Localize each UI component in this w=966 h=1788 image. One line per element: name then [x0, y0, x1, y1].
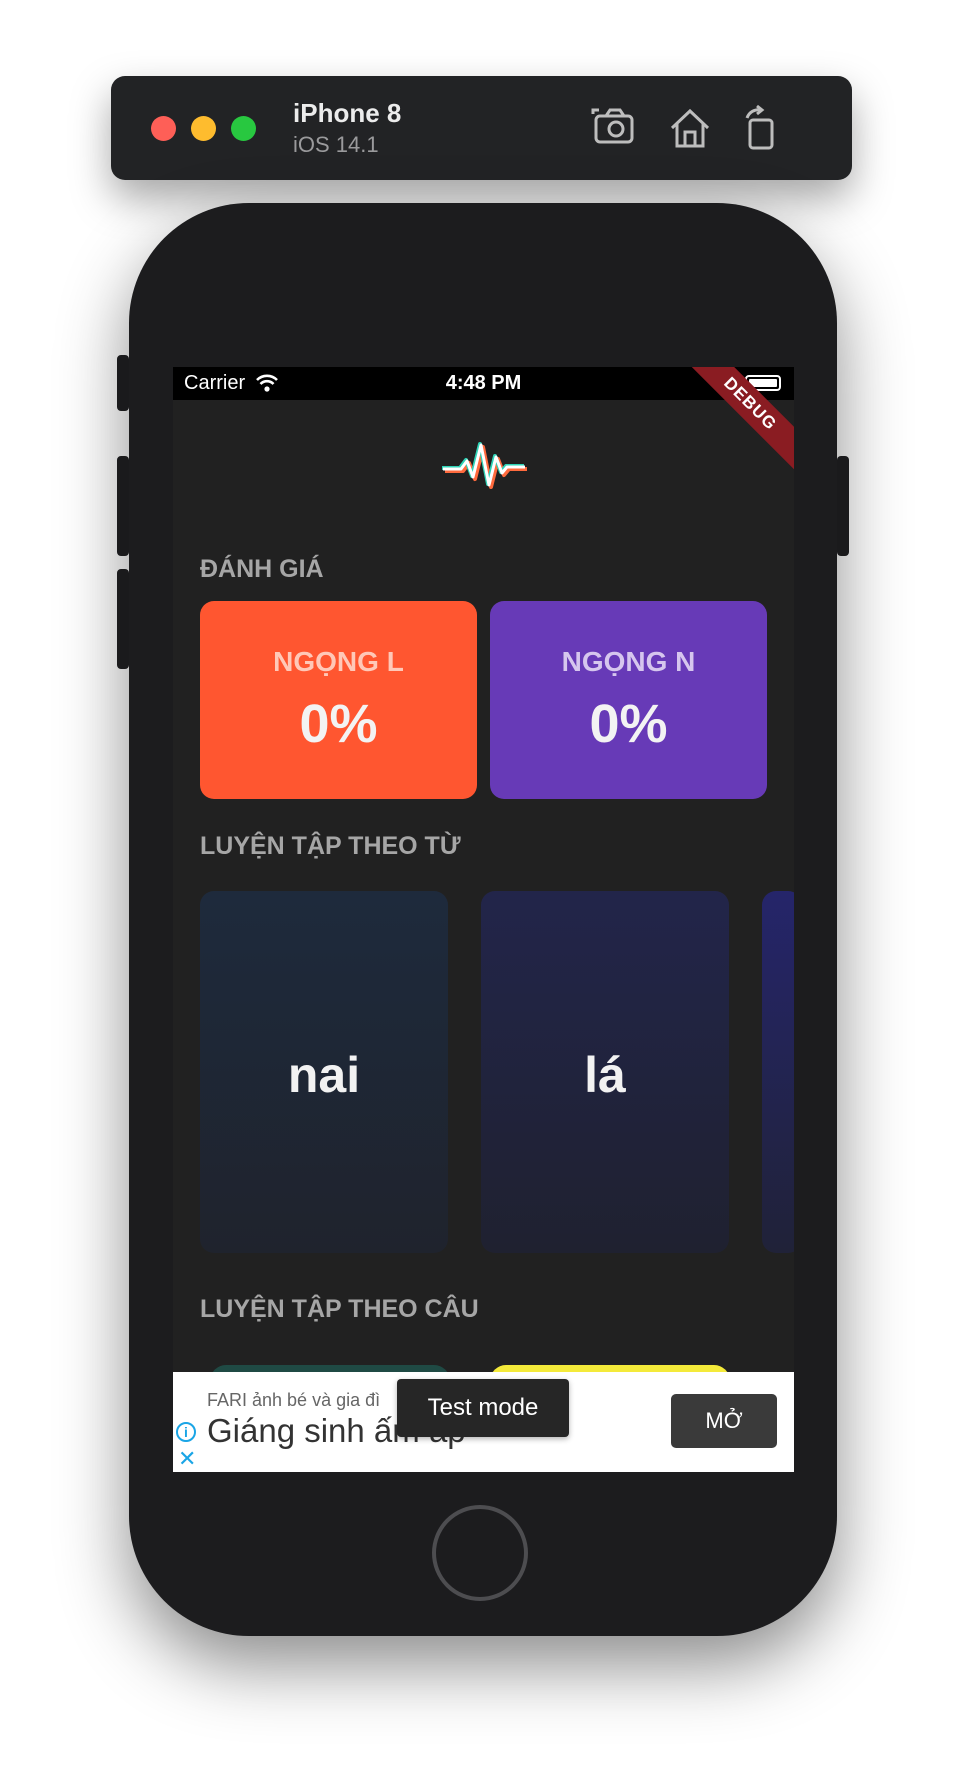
ad-close-icon[interactable]: ✕ — [178, 1446, 196, 1472]
evaluation-card-percent: 0% — [299, 694, 378, 754]
section-title-evaluation: ĐÁNH GIÁ — [200, 555, 324, 583]
word-card-text: nai — [287, 1047, 361, 1103]
word-card[interactable]: lá — [481, 891, 729, 1253]
volume-down-button — [117, 569, 129, 669]
mute-switch — [117, 355, 129, 411]
app-screen: Carrier 4:48 PM DEBUG ĐÁNH GIÁ NGỌNG L 0… — [173, 367, 794, 1472]
zoom-window-button[interactable] — [231, 116, 256, 141]
section-title-sentence-practice: LUYỆN TẬP THEO CÂU — [200, 1295, 479, 1323]
close-window-button[interactable] — [151, 116, 176, 141]
section-title-word-practice: LUYỆN TẬP THEO TỪ — [200, 832, 461, 860]
evaluation-card-label: NGỌNG L — [273, 646, 404, 677]
device-name: iPhone 8 — [293, 98, 402, 128]
volume-up-button — [117, 456, 129, 556]
simulator-toolbar: iPhone 8 iOS 14.1 — [111, 76, 852, 180]
ad-info-icon[interactable]: i — [176, 1422, 196, 1442]
word-card-text: lá — [584, 1047, 626, 1103]
home-button[interactable] — [432, 1505, 528, 1601]
home-icon[interactable] — [664, 102, 716, 154]
ad-open-button[interactable]: MỞ — [671, 1394, 777, 1448]
rotate-icon[interactable] — [735, 102, 787, 154]
minimize-window-button[interactable] — [191, 116, 216, 141]
word-card-partial[interactable] — [762, 891, 794, 1253]
power-button — [837, 456, 849, 556]
evaluation-card-label: NGỌNG N — [561, 646, 696, 677]
test-mode-badge: Test mode — [397, 1379, 569, 1437]
word-card[interactable]: nai — [200, 891, 448, 1253]
evaluation-card-n[interactable]: NGỌNG N 0% — [490, 601, 767, 799]
ad-advertiser-text: FARI ảnh bé và gia đì — [207, 1390, 381, 1410]
evaluation-card-l[interactable]: NGỌNG L 0% — [200, 601, 477, 799]
screenshot-icon[interactable] — [590, 102, 642, 154]
app-logo-icon — [439, 439, 529, 491]
os-version: iOS 14.1 — [293, 132, 379, 157]
ad-banner[interactable]: FARI ảnh bé và gia đì Giáng sinh ấm áp i… — [173, 1372, 794, 1472]
evaluation-card-percent: 0% — [589, 694, 668, 754]
